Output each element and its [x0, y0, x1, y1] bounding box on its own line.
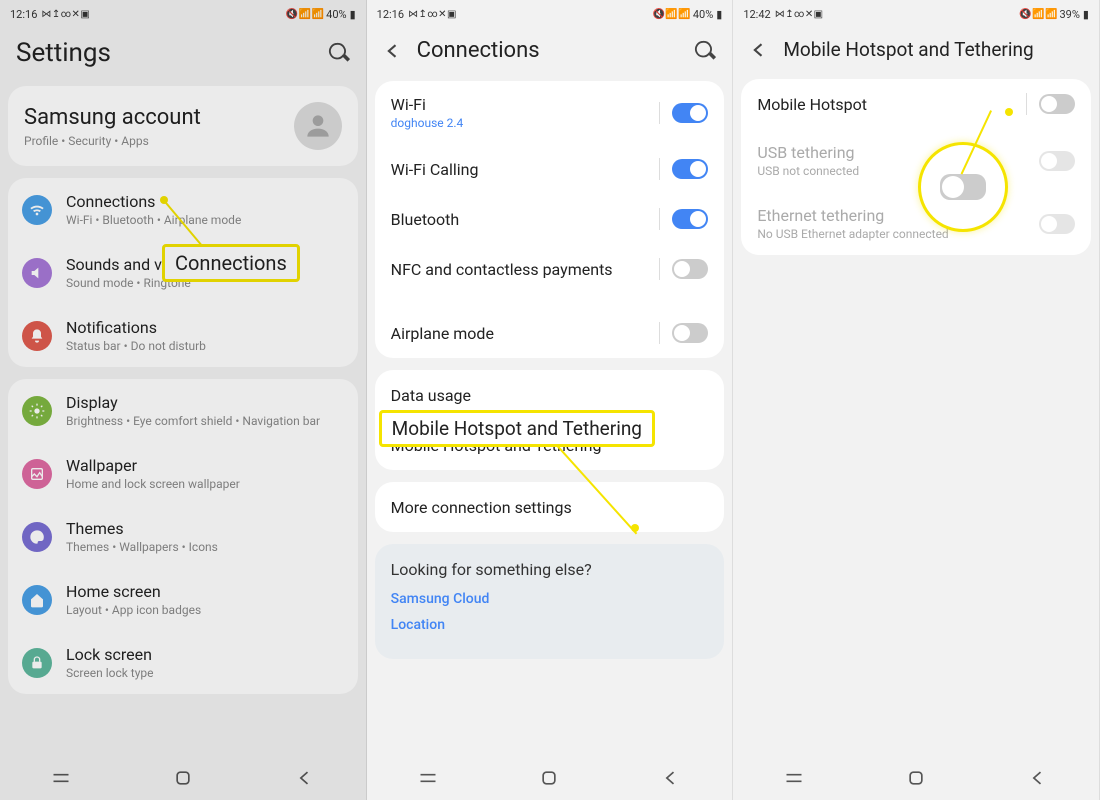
nav-back[interactable] — [660, 767, 682, 789]
location-link[interactable]: Location — [391, 617, 709, 633]
wifi-icon — [22, 195, 52, 225]
status-time: 12:16 — [377, 8, 404, 21]
hotspot-header: Mobile Hotspot and Tethering — [733, 28, 1099, 79]
settings-screen: 12:16 ⋈ ↥ ∞ ✕ ▣ 🔇 📶 📶 40% ▮ Settings Sam… — [0, 0, 367, 800]
account-subtitle: Profile • Security • Apps — [24, 134, 201, 148]
account-title: Samsung account — [24, 105, 201, 130]
nav-bar — [0, 756, 366, 800]
more-connection-settings-row[interactable]: More connection settings — [375, 482, 725, 532]
hotspot-group: Mobile Hotspot USB tethering USB not con… — [741, 79, 1091, 255]
airplane-toggle[interactable] — [672, 323, 708, 343]
connections-group-3: More connection settings — [375, 482, 725, 532]
status-battery: 39% — [1059, 8, 1079, 21]
settings-item-home-screen[interactable]: Home screenLayout • App icon badges — [8, 568, 358, 631]
settings-item-connections[interactable]: ConnectionsWi-Fi • Bluetooth • Airplane … — [8, 178, 358, 241]
nav-recents[interactable] — [417, 767, 439, 789]
settings-item-notifications[interactable]: NotificationsStatus bar • Do not disturb — [8, 304, 358, 367]
nav-home[interactable] — [172, 767, 194, 789]
nav-back[interactable] — [294, 767, 316, 789]
hotspot-screen: 12:42 ⋈ ↥ ∞ ✕ ▣ 🔇 📶 📶 39% ▮ Mobile Hotsp… — [733, 0, 1100, 800]
page-title: Settings — [16, 38, 314, 68]
connections-group-2: Data usage Mobile Hotspot and Tethering — [375, 370, 725, 470]
battery-icon: ▮ — [1083, 8, 1089, 21]
hotspot-tethering-row[interactable]: Mobile Hotspot and Tethering — [375, 420, 725, 470]
back-icon[interactable] — [749, 40, 769, 60]
bluetooth-row[interactable]: Bluetooth — [375, 194, 725, 244]
ethernet-tethering-toggle — [1039, 214, 1075, 234]
nav-bar — [367, 756, 733, 800]
connections-group-1: Wi-Fi doghouse 2.4 Wi-Fi Calling Bluetoo… — [375, 81, 725, 358]
settings-item-themes[interactable]: ThemesThemes • Wallpapers • Icons — [8, 505, 358, 568]
status-icons-left: ⋈ ↥ ∞ ✕ ▣ — [41, 9, 88, 20]
nfc-toggle[interactable] — [672, 259, 708, 279]
sun-icon — [22, 396, 52, 426]
hotspot-list: Mobile Hotspot USB tethering USB not con… — [733, 79, 1099, 756]
data-usage-row[interactable]: Data usage — [375, 370, 725, 420]
looking-for-card: Looking for something else? Samsung Clou… — [375, 544, 725, 659]
settings-item-lock-screen[interactable]: Lock screenScreen lock type — [8, 631, 358, 694]
settings-item-display[interactable]: DisplayBrightness • Eye comfort shield •… — [8, 379, 358, 442]
settings-group-1: ConnectionsWi-Fi • Bluetooth • Airplane … — [8, 178, 358, 367]
battery-icon: ▮ — [716, 8, 722, 21]
status-icons-right: 🔇 📶 📶 — [286, 9, 323, 20]
themes-icon — [22, 522, 52, 552]
nav-bar — [733, 756, 1099, 800]
status-bar: 12:42 ⋈ ↥ ∞ ✕ ▣ 🔇 📶 📶 39% ▮ — [733, 0, 1099, 28]
settings-header: Settings — [0, 28, 366, 86]
settings-group-2: DisplayBrightness • Eye comfort shield •… — [8, 379, 358, 694]
back-icon[interactable] — [383, 41, 403, 61]
home-icon — [22, 585, 52, 615]
airplane-mode-row[interactable]: Airplane mode — [375, 308, 725, 358]
status-icons-left: ⋈ ↥ ∞ ✕ ▣ — [408, 9, 455, 20]
lock-icon — [22, 648, 52, 678]
connections-list: Wi-Fi doghouse 2.4 Wi-Fi Calling Bluetoo… — [367, 81, 733, 756]
avatar[interactable] — [294, 102, 342, 150]
nav-recents[interactable] — [783, 767, 805, 789]
page-title: Mobile Hotspot and Tethering — [783, 38, 1083, 61]
wifi-calling-toggle[interactable] — [672, 159, 708, 179]
mobile-hotspot-toggle[interactable] — [1039, 94, 1075, 114]
bluetooth-toggle[interactable] — [672, 209, 708, 229]
sound-icon — [22, 258, 52, 288]
status-time: 12:42 — [743, 8, 770, 21]
status-bar: 12:16 ⋈ ↥ ∞ ✕ ▣ 🔇 📶 📶 40% ▮ — [0, 0, 366, 28]
ethernet-tethering-row: Ethernet tethering No USB Ethernet adapt… — [741, 192, 1091, 255]
samsung-account-card[interactable]: Samsung account Profile • Security • App… — [8, 86, 358, 166]
status-icons-right: 🔇 📶 📶 — [653, 9, 690, 20]
nfc-row[interactable]: NFC and contactless payments — [375, 244, 725, 294]
status-icons-left: ⋈ ↥ ∞ ✕ ▣ — [775, 9, 822, 20]
nav-recents[interactable] — [50, 767, 72, 789]
nav-home[interactable] — [538, 767, 560, 789]
settings-list: Samsung account Profile • Security • App… — [0, 86, 366, 756]
nav-back[interactable] — [1027, 767, 1049, 789]
settings-item-wallpaper[interactable]: WallpaperHome and lock screen wallpaper — [8, 442, 358, 505]
settings-item-sounds[interactable]: Sounds and vibrationSound mode • Rington… — [8, 241, 358, 304]
connections-screen: 12:16 ⋈ ↥ ∞ ✕ ▣ 🔇 📶 📶 40% ▮ Connections … — [367, 0, 734, 800]
nav-home[interactable] — [905, 767, 927, 789]
page-title: Connections — [417, 38, 681, 63]
status-icons-right: 🔇 📶 📶 — [1019, 9, 1056, 20]
battery-icon: ▮ — [350, 8, 356, 21]
bell-icon — [22, 321, 52, 351]
status-bar: 12:16 ⋈ ↥ ∞ ✕ ▣ 🔇 📶 📶 40% ▮ — [367, 0, 733, 28]
wallpaper-icon — [22, 459, 52, 489]
status-battery: 40% — [326, 8, 346, 21]
wifi-calling-row[interactable]: Wi-Fi Calling — [375, 144, 725, 194]
connections-header: Connections — [367, 28, 733, 81]
wifi-row[interactable]: Wi-Fi doghouse 2.4 — [375, 81, 725, 144]
samsung-cloud-link[interactable]: Samsung Cloud — [391, 591, 709, 607]
usb-tethering-row: USB tethering USB not connected — [741, 129, 1091, 192]
usb-tethering-toggle — [1039, 151, 1075, 171]
mobile-hotspot-row[interactable]: Mobile Hotspot — [741, 79, 1091, 129]
status-time: 12:16 — [10, 8, 37, 21]
search-icon[interactable] — [694, 40, 716, 62]
status-battery: 40% — [693, 8, 713, 21]
search-icon[interactable] — [328, 42, 350, 64]
wifi-toggle[interactable] — [672, 103, 708, 123]
